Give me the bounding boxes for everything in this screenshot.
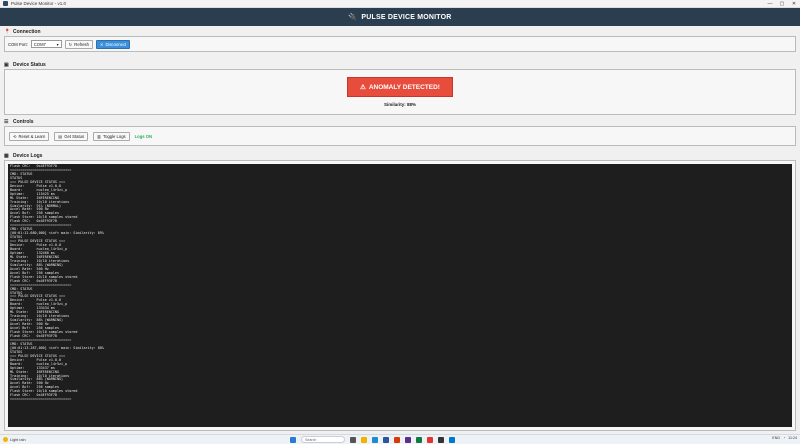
- toggle-logs-label: Toggle Logs: [103, 133, 126, 139]
- teams-icon[interactable]: [405, 436, 411, 443]
- header-title: PULSE DEVICE MONITOR: [361, 13, 452, 21]
- controls-title: ☰ Controls: [4, 118, 796, 126]
- logs-state-indicator: Logs ON: [134, 133, 153, 139]
- disconnect-button[interactable]: ✕ Disconnect: [95, 39, 131, 49]
- weather-widget[interactable]: Light rain: [3, 437, 26, 442]
- connection-title-text: Connection: [13, 29, 41, 35]
- chip-icon: ▣: [4, 62, 9, 68]
- warning-icon: ⚠: [360, 84, 366, 91]
- similarity-readout: Similarity: 88%: [383, 102, 416, 107]
- controls-panel: ⟲ Reset & Learn ▤ Get Status ▥ Toggle Lo…: [4, 126, 796, 146]
- log-line: ==============================: [10, 397, 72, 402]
- file-explorer-icon[interactable]: [361, 436, 367, 443]
- device-status-section: ▣ Device Status ⚠ ANOMALY DETECTED! Simi…: [4, 61, 796, 115]
- terminal-icon[interactable]: [438, 436, 444, 443]
- get-status-label: Get Status: [64, 133, 85, 139]
- taskbar-apps: Search: [290, 436, 455, 443]
- device-status-panel: ⚠ ANOMALY DETECTED! Similarity: 88%: [4, 69, 796, 115]
- anomaly-alert: ⚠ ANOMALY DETECTED!: [347, 77, 453, 97]
- log-console[interactable]: Flash CRC: 0x4EF93F78 ===================…: [8, 164, 792, 427]
- maximize-button[interactable]: ▢: [776, 0, 788, 8]
- pin-icon: 📍: [4, 29, 11, 35]
- plug-icon: 🔌: [348, 14, 358, 21]
- get-status-button[interactable]: ▤ Get Status: [54, 131, 89, 141]
- reset-label: Reset & Learn: [18, 133, 46, 139]
- disconnect-icon: ✕: [99, 41, 104, 47]
- minimize-button[interactable]: —: [764, 0, 776, 8]
- reset-icon: ⟲: [13, 133, 17, 139]
- system-tray: ENG ◔ 11:24: [772, 436, 797, 440]
- chrome-icon[interactable]: [427, 436, 433, 443]
- taskbar-search[interactable]: Search: [301, 436, 345, 443]
- document-icon: ▥: [97, 133, 102, 139]
- com-port-select[interactable]: COM7 ▾: [30, 40, 62, 48]
- disconnect-label: Disconnect: [105, 41, 127, 47]
- powerpoint-icon[interactable]: [394, 436, 400, 443]
- com-port-label: COM Port:: [8, 41, 28, 47]
- reset-learn-button[interactable]: ⟲ Reset & Learn: [9, 131, 50, 141]
- refresh-label: Refresh: [74, 41, 89, 47]
- app-header: 🔌 PULSE DEVICE MONITOR: [0, 8, 800, 26]
- chevron-down-icon: ▾: [56, 41, 59, 47]
- device-logs-panel: Flash CRC: 0x4EF93F78 ===================…: [4, 160, 796, 431]
- refresh-icon: ↻: [68, 41, 73, 47]
- language-indicator[interactable]: ENG: [772, 436, 780, 440]
- window-title: Pulse Device Monitor - v1.0: [11, 1, 67, 6]
- word-icon[interactable]: [383, 436, 389, 443]
- wifi-icon[interactable]: ◔: [783, 436, 785, 440]
- task-view-icon[interactable]: [350, 436, 356, 443]
- window-titlebar: Pulse Device Monitor - v1.0 — ▢ ✕: [0, 0, 800, 8]
- connection-panel: COM Port: COM7 ▾ ↻ Refresh ✕ Disconnect: [4, 36, 796, 52]
- device-logs-section: ▦ Device Logs Flash CRC: 0x4EF93F78 =====…: [4, 152, 796, 431]
- anomaly-alert-text: ANOMALY DETECTED!: [368, 83, 440, 91]
- toggle-logs-button[interactable]: ▥ Toggle Logs: [93, 131, 130, 141]
- weather-text: Light rain: [10, 437, 26, 442]
- clipboard-icon: ▤: [58, 133, 63, 139]
- taskbar: Light rain Search ENG ◔ 11:24: [0, 434, 800, 444]
- device-logs-title-text: Device Logs: [13, 153, 43, 159]
- clock[interactable]: 11:24: [788, 436, 797, 440]
- app-icon: [3, 1, 8, 6]
- excel-icon[interactable]: [416, 436, 422, 443]
- log-icon: ▦: [4, 153, 9, 159]
- connection-section: 📍 Connection COM Port: COM7 ▾ ↻ Refresh …: [4, 28, 796, 52]
- refresh-button[interactable]: ↻ Refresh: [64, 39, 93, 49]
- sliders-icon: ☰: [4, 119, 9, 125]
- weather-icon: [3, 437, 8, 442]
- device-status-title-text: Device Status: [13, 62, 46, 68]
- controls-title-text: Controls: [13, 119, 34, 125]
- vscode-icon[interactable]: [449, 436, 455, 443]
- close-button[interactable]: ✕: [788, 0, 800, 8]
- com-port-value: COM7: [33, 41, 46, 47]
- device-status-title: ▣ Device Status: [4, 61, 796, 69]
- start-icon[interactable]: [290, 436, 296, 443]
- controls-section: ☰ Controls ⟲ Reset & Learn ▤ Get Status …: [4, 118, 796, 146]
- browser-icon[interactable]: [372, 436, 378, 443]
- connection-title: 📍 Connection: [4, 28, 796, 36]
- device-logs-title: ▦ Device Logs: [4, 152, 796, 160]
